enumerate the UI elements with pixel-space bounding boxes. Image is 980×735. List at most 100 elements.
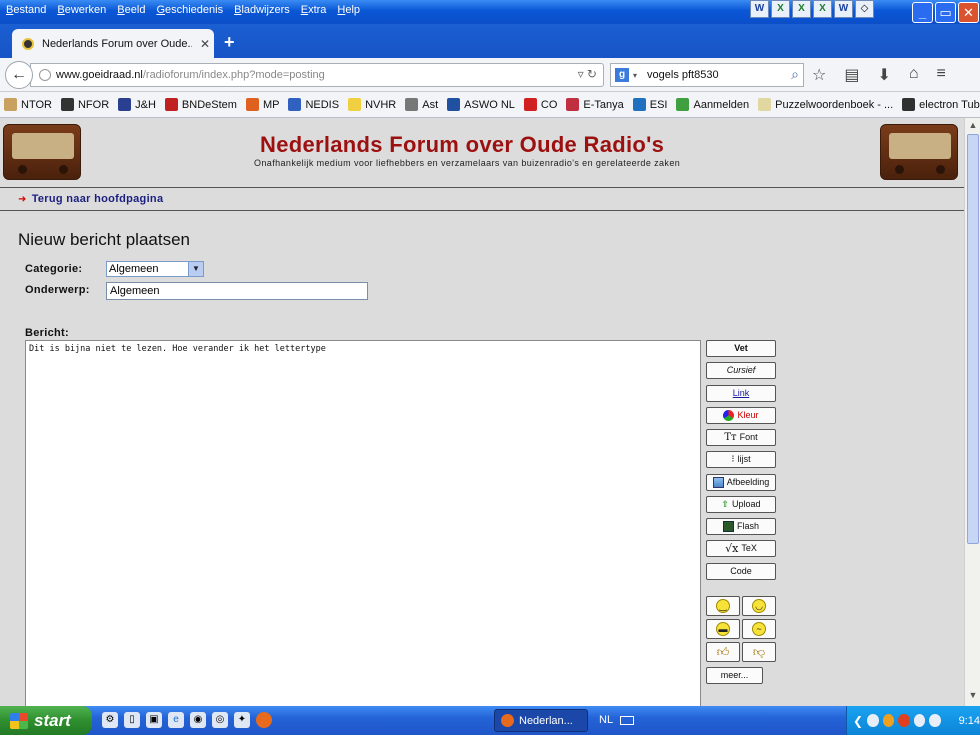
keyboard-icon[interactable] — [620, 716, 634, 725]
smiley-button[interactable]: ‿ — [706, 596, 740, 616]
address-bar[interactable]: www.goeidraad.nl/radioforum/index.php?mo… — [30, 63, 604, 87]
link-button[interactable]: Link — [706, 385, 776, 402]
search-bar[interactable]: g ▾ vogels pft8530 ⌕ — [610, 63, 804, 87]
bookmark-item[interactable]: E-Tanya — [566, 98, 624, 111]
bookmark-label: ESI — [649, 98, 668, 111]
taskbar-firefox-window[interactable]: Nederlan... — [494, 709, 588, 732]
bookmark-item[interactable]: Ast — [405, 98, 438, 111]
word-icon[interactable]: W — [750, 0, 769, 18]
menu-bestand[interactable]: Bestand — [2, 4, 53, 16]
save-icon[interactable]: ▣ — [146, 712, 162, 728]
smiley-button[interactable]: 👎︎ — [742, 642, 776, 662]
search-query[interactable]: vogels pft8530 — [647, 69, 719, 81]
menu-beeld[interactable]: Beeld — [113, 4, 152, 16]
new-tab-button[interactable]: + — [224, 32, 235, 53]
excel-icon[interactable]: X — [792, 0, 811, 18]
bookmark-item[interactable]: ASWO NL — [447, 98, 515, 111]
document-icon[interactable]: ▯ — [124, 712, 140, 728]
minimize-button[interactable]: _ — [912, 2, 933, 23]
home-icon[interactable]: ⌂ — [909, 65, 919, 85]
shield-icon[interactable]: ◇ — [855, 0, 874, 18]
color-button[interactable]: Kleur — [706, 407, 776, 424]
page-scrollbar[interactable]: ▲ ▼ — [964, 118, 980, 706]
antivirus-icon[interactable] — [898, 714, 910, 727]
message-textarea[interactable]: Dit is bijna niet te lezen. Hoe verander… — [25, 340, 701, 706]
bookmark-item[interactable]: NVHR — [348, 98, 396, 111]
bookmark-item[interactable]: Puzzelwoordenboek - ... — [758, 98, 893, 111]
back-button[interactable]: ← — [5, 61, 33, 89]
reading-list-icon[interactable]: ▤ — [844, 65, 859, 85]
tex-button[interactable]: √x TeX — [706, 540, 776, 557]
excel-icon[interactable]: X — [771, 0, 790, 18]
bookmark-item[interactable]: electron Tube Data sh... — [902, 98, 980, 111]
menu-bewerken[interactable]: Bewerken — [53, 4, 113, 16]
bookmark-item[interactable]: ESI — [632, 98, 668, 111]
menu-help[interactable]: Help — [333, 4, 367, 16]
window-title-bar: Bestand Bewerken Beeld Geschiedenis Blad… — [0, 0, 980, 24]
smiley-button[interactable]: 👍︎ — [706, 642, 740, 662]
back-to-home-link[interactable]: ➜ Terug naar hoofdpagina — [18, 193, 163, 205]
upload-button[interactable]: ⇧ Upload — [706, 496, 776, 513]
tool-icon[interactable]: ✦ — [234, 712, 250, 728]
menu-icon[interactable]: ≡ — [937, 65, 946, 85]
flash-button[interactable]: Flash — [706, 518, 776, 535]
maximize-button[interactable]: ▭ — [935, 2, 956, 23]
bookmark-favicon-icon — [288, 98, 302, 111]
bookmark-label: MP — [262, 98, 280, 111]
bookmark-item[interactable]: BNDeStem — [164, 98, 237, 111]
close-button[interactable]: ✕ — [958, 2, 979, 23]
download-icon[interactable]: ⬇ — [877, 65, 890, 85]
bookmark-item[interactable]: Aanmelden — [676, 98, 749, 111]
close-tab-icon[interactable]: ✕ — [200, 37, 210, 51]
headset-icon[interactable] — [867, 714, 879, 727]
bookmark-item[interactable]: NFOR — [60, 98, 109, 111]
smiley-button[interactable]: ▬ — [706, 619, 740, 639]
address-text[interactable]: www.goeidraad.nl/radioforum/index.php?mo… — [56, 69, 325, 81]
list-button[interactable]: ⁝ lijst — [706, 451, 776, 468]
bookmark-label: Ast — [422, 98, 439, 111]
smiley-button[interactable]: ◡ — [742, 596, 776, 616]
nav-divider — [0, 210, 964, 211]
search-icon[interactable]: ⌕ — [791, 66, 799, 83]
scroll-up-icon[interactable]: ▲ — [967, 120, 979, 134]
bookmark-item[interactable]: NEDIS — [288, 98, 339, 111]
smiley-button[interactable]: ~ — [742, 619, 776, 639]
disc-icon[interactable]: ◉ — [190, 712, 206, 728]
settings-icon[interactable]: ⚙ — [102, 712, 118, 728]
more-smileys-button[interactable]: meer... — [706, 667, 763, 684]
scroll-down-icon[interactable]: ▼ — [967, 690, 979, 704]
menu-geschiedenis[interactable]: Geschiedenis — [152, 4, 230, 16]
tray-expand-icon[interactable]: ❮ — [853, 714, 863, 728]
font-button[interactable]: Tт Font — [706, 429, 776, 446]
word-icon[interactable]: W — [834, 0, 853, 18]
google-icon[interactable]: g — [615, 68, 629, 82]
reload-icon[interactable]: ▿ ↻ — [578, 67, 597, 81]
menu-extra[interactable]: Extra — [297, 4, 334, 16]
tab-title: Nederlands Forum over Oude... — [42, 37, 192, 50]
tab-forum[interactable]: Nederlands Forum over Oude... ✕ — [12, 29, 214, 58]
app-icon[interactable]: ◎ — [212, 712, 228, 728]
menu-bladwijzers[interactable]: Bladwijzers — [230, 4, 297, 16]
category-select[interactable]: Algemeen ▼ — [106, 261, 204, 277]
scrollbar-thumb[interactable] — [967, 134, 979, 544]
bookmark-star-icon[interactable]: ☆ — [812, 65, 826, 85]
code-button[interactable]: Code — [706, 563, 776, 580]
chevron-down-icon[interactable]: ▼ — [188, 262, 203, 276]
excel-icon[interactable]: X — [813, 0, 832, 18]
language-indicator[interactable]: NL — [599, 714, 613, 726]
bold-button[interactable]: Vet — [706, 340, 776, 357]
update-icon[interactable] — [882, 714, 895, 727]
start-button[interactable]: start — [0, 706, 92, 735]
ie-icon[interactable]: e — [168, 712, 184, 728]
firefox-icon[interactable] — [256, 712, 272, 728]
bookmark-item[interactable]: CO — [523, 98, 557, 111]
bookmark-item[interactable]: J&H — [118, 98, 156, 111]
bookmark-item[interactable]: NTOR — [4, 98, 52, 111]
volume-icon[interactable] — [929, 714, 941, 727]
italic-button[interactable]: Cursief — [706, 362, 776, 379]
subject-input[interactable]: Algemeen — [106, 282, 368, 300]
image-button[interactable]: Afbeelding — [706, 474, 776, 491]
engine-dropdown-icon[interactable]: ▾ — [633, 71, 637, 80]
bookmark-item[interactable]: MP — [245, 98, 280, 111]
network-icon[interactable] — [913, 714, 926, 727]
